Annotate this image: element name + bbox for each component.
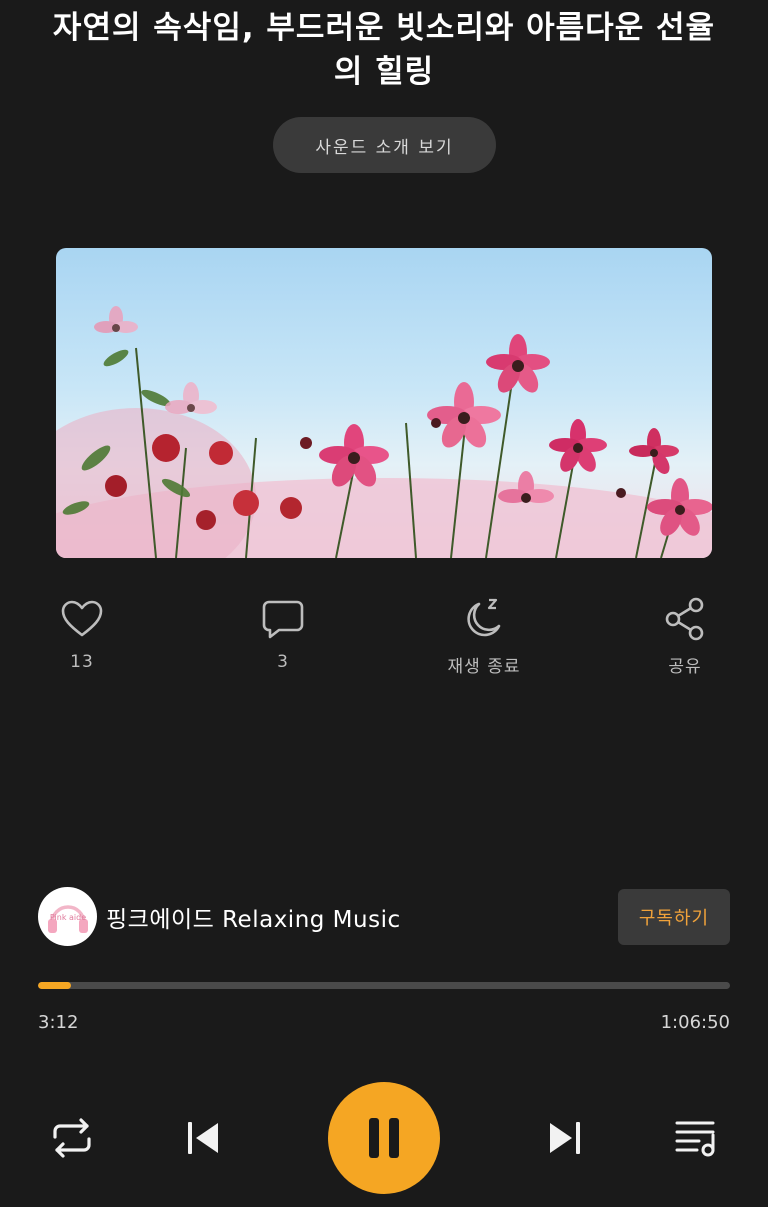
- current-time: 3:12: [38, 1012, 79, 1033]
- playlist-button[interactable]: [670, 1112, 722, 1164]
- skip-previous-icon: [188, 1122, 218, 1154]
- skip-next-icon: [550, 1122, 580, 1154]
- moon-zzz-icon[interactable]: [429, 595, 539, 643]
- headphones-logo-icon: Pink aide: [47, 904, 88, 933]
- share-icon[interactable]: [630, 595, 740, 643]
- total-time: 1:06:50: [660, 1012, 730, 1033]
- next-button[interactable]: [540, 1112, 592, 1164]
- progress-fill: [38, 982, 72, 989]
- album-artwork: [56, 248, 712, 558]
- avatar[interactable]: Pink aide: [38, 887, 97, 946]
- like-action[interactable]: 13: [27, 595, 137, 672]
- comment-icon[interactable]: [228, 595, 338, 643]
- sleep-timer-label: 재생 종료: [447, 657, 521, 677]
- action-bar: 13 3 재생 종료 공유: [0, 595, 768, 685]
- repeat-icon: [53, 1118, 91, 1158]
- pause-icon: [369, 1118, 399, 1158]
- track-title: 자연의 속삭임, 부드러운 빗소리와 아름다운 선율의 힐링: [52, 10, 716, 90]
- playlist-icon: [675, 1121, 715, 1157]
- share-action[interactable]: 공유: [630, 595, 740, 677]
- subscribe-button[interactable]: 구독하기: [618, 889, 730, 945]
- player-screen: 자연의 속삭임, 부드러운 빗소리와 아름다운 선율의 힐링 사운드 소개 보기: [0, 0, 768, 1207]
- channel-row: Pink aide 핑크에이드 Relaxing Music 구독하기: [38, 887, 730, 947]
- like-count: 13: [70, 652, 94, 672]
- progress-bar[interactable]: [38, 982, 730, 989]
- share-label: 공유: [668, 657, 702, 677]
- comment-count: 3: [277, 652, 289, 672]
- repeat-button[interactable]: [44, 1112, 100, 1164]
- sound-intro-button[interactable]: 사운드 소개 보기: [273, 117, 496, 173]
- heart-icon[interactable]: [27, 595, 137, 643]
- avatar-text: Pink aide: [49, 913, 85, 922]
- comment-action[interactable]: 3: [228, 595, 338, 672]
- cosmos-flowers-image: [56, 306, 712, 558]
- pause-button[interactable]: [328, 1082, 440, 1194]
- sleep-timer-action[interactable]: 재생 종료: [429, 595, 539, 677]
- previous-button[interactable]: [176, 1112, 228, 1164]
- channel-name[interactable]: 핑크에이드 Relaxing Music: [106, 900, 401, 934]
